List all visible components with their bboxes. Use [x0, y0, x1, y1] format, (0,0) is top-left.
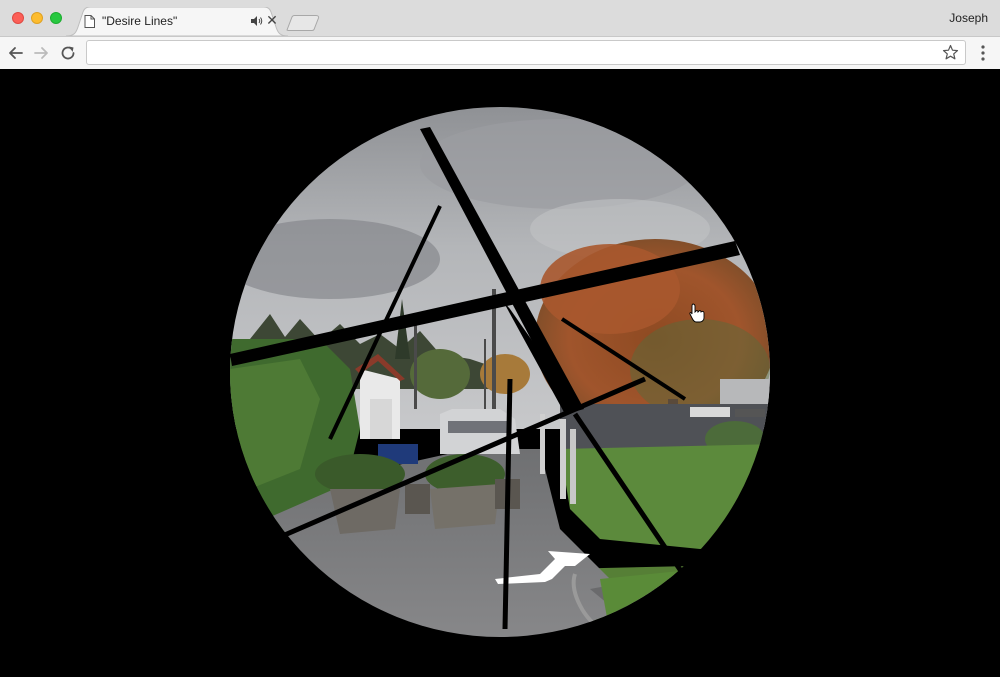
back-arrow-icon[interactable]	[6, 43, 26, 63]
tab-close-icon[interactable]: ✕	[265, 12, 279, 28]
url-input[interactable]	[95, 43, 939, 64]
tab-title: "Desire Lines"	[102, 14, 178, 28]
tab-strip: "Desire Lines" ✕ Joseph	[0, 0, 1000, 36]
page-viewport	[0, 69, 1000, 677]
forward-arrow-icon[interactable]	[31, 43, 51, 63]
reload-icon[interactable]	[58, 43, 78, 63]
window-maximize-button[interactable]	[50, 12, 62, 24]
navigation-toolbar	[0, 36, 1000, 69]
address-bar[interactable]	[86, 40, 966, 65]
street-view-image	[230, 107, 770, 637]
kebab-menu-icon[interactable]	[976, 43, 990, 63]
planter-right	[430, 484, 500, 529]
tab-desire-lines[interactable]: "Desire Lines" ✕	[66, 7, 288, 36]
browser-chrome: "Desire Lines" ✕ Joseph	[0, 0, 1000, 69]
bookmark-star-icon[interactable]	[942, 44, 959, 61]
panorama-scene[interactable]	[0, 69, 1000, 677]
document-icon	[84, 15, 95, 28]
window-minimize-button[interactable]	[31, 12, 43, 24]
window-close-button[interactable]	[12, 12, 24, 24]
audio-playing-icon[interactable]	[250, 15, 263, 27]
lawn	[560, 444, 770, 549]
profile-name[interactable]: Joseph	[949, 11, 988, 25]
new-tab-button[interactable]	[286, 15, 320, 31]
